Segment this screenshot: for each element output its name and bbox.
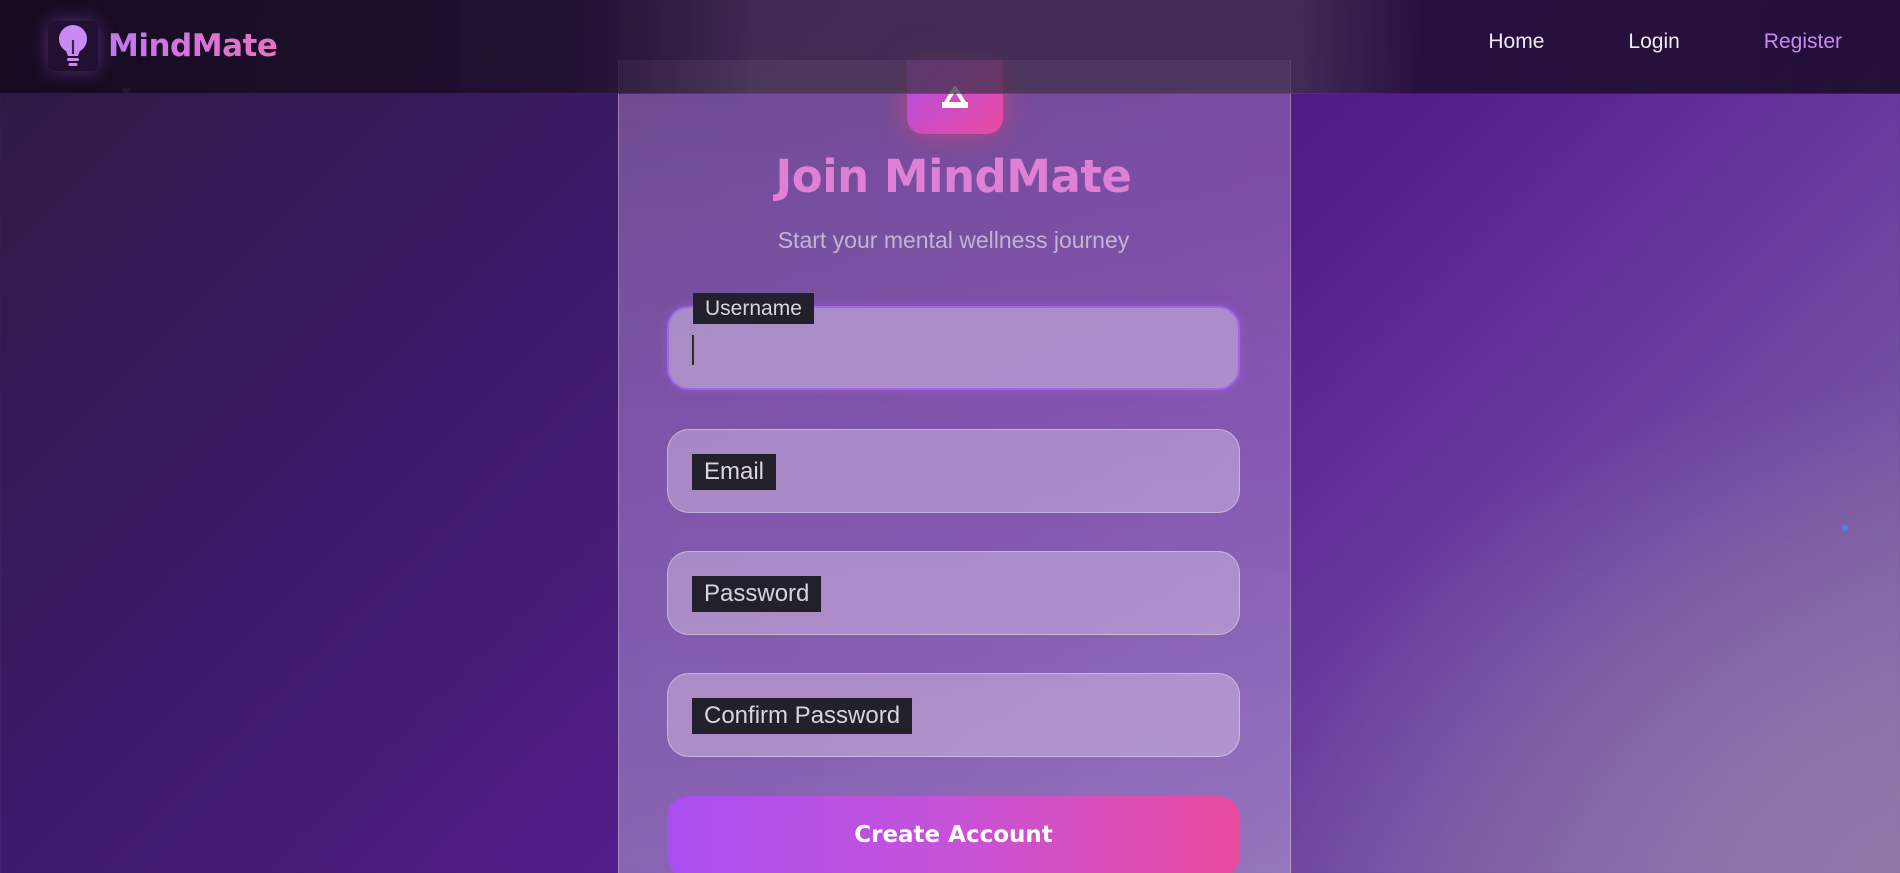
navbar: MindMate Home Login Register — [0, 0, 1900, 94]
create-account-button[interactable]: Create Account — [667, 796, 1240, 873]
email-field-container: Email — [667, 429, 1240, 513]
username-field-container: Username — [667, 293, 1240, 390]
lightbulb-icon — [48, 21, 98, 71]
confirm-password-label: Confirm Password — [692, 698, 913, 734]
page-subtitle: Start your mental wellness journey — [777, 227, 1130, 253]
decorative-particle — [1842, 525, 1848, 531]
confirm-password-field-container: Confirm Password — [667, 673, 1240, 757]
brand[interactable]: MindMate — [48, 20, 278, 72]
email-label: Email — [692, 454, 777, 490]
nav-link-home[interactable]: Home — [1488, 30, 1544, 54]
password-label: Password — [692, 576, 822, 612]
nav-link-login[interactable]: Login — [1628, 30, 1679, 54]
nav-links: Home Login Register — [1404, 30, 1842, 54]
brand-name: MindMate — [108, 28, 278, 64]
nav-link-register[interactable]: Register — [1764, 30, 1842, 54]
page-title: Join MindMate — [775, 150, 1132, 203]
password-field-container: Password — [667, 551, 1240, 635]
text-cursor — [692, 335, 694, 365]
username-label: Username — [693, 293, 814, 324]
